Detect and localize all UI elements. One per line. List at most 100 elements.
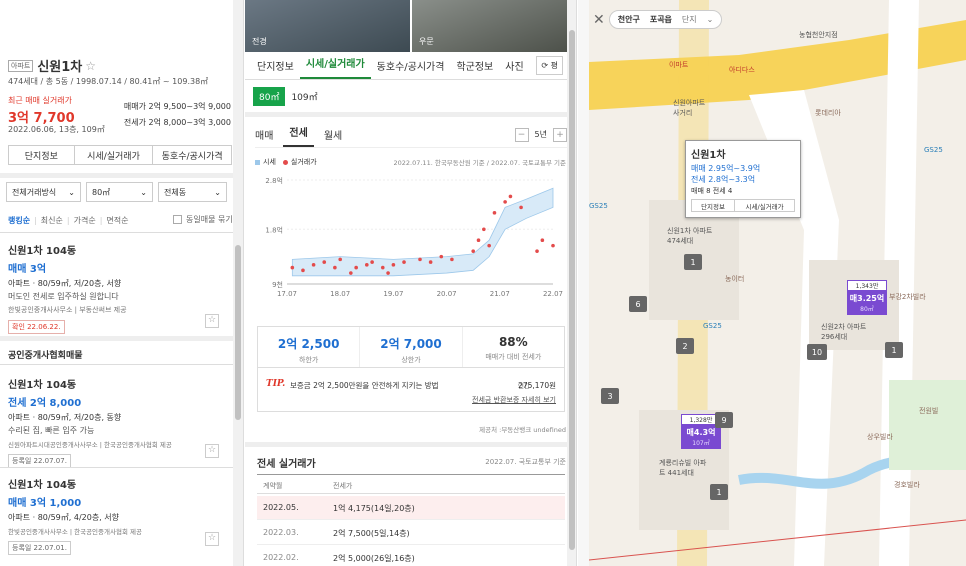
place-label: 아디다스 [729, 66, 755, 74]
real-deal-point [333, 265, 337, 270]
price-button[interactable]: 시세/실거래가 [74, 145, 154, 165]
area-tab-80[interactable]: 80㎡ [253, 87, 286, 106]
listing-count-marker[interactable]: 9 [715, 412, 733, 428]
divider [0, 173, 243, 178]
sort-ranking[interactable]: 랭킹순 [8, 215, 30, 226]
same-listing-toggle[interactable]: 동일매물 묶기 [173, 214, 233, 225]
row-month: 2022.03. [263, 528, 299, 537]
mid-scrollbar[interactable] [567, 0, 576, 566]
area-tab-109[interactable]: 109㎡ [285, 87, 323, 106]
sort-area[interactable]: 면적순 [106, 215, 128, 226]
listing-count-marker[interactable]: 6 [629, 296, 647, 312]
unit-price-button[interactable]: 동호수/공시가격 [153, 145, 232, 165]
complex-popup[interactable]: 신원1차 매매 2.95억~3.9억 전세 2.8억~3.3억 매매 8 전세 … [685, 140, 801, 218]
price-chart[interactable]: 2.8억 1.8억 9천17.07 18.07 19.07 20.07 21.07 22.07 [253, 172, 565, 312]
listing-count-marker[interactable]: 1 [710, 484, 728, 500]
favorite-star-icon[interactable]: ☆ [205, 444, 219, 458]
popup-info-button[interactable]: 단지정보 [691, 199, 736, 212]
real-deal-point [450, 257, 454, 262]
left-scrollbar[interactable] [233, 0, 243, 566]
listing-count-marker[interactable]: 2 [676, 338, 694, 354]
place-label: GS25 [924, 146, 943, 154]
chart-source: 2022.07.11. 한국부동산원 기준 / 2022.07. 국토교통부 기… [393, 159, 566, 167]
list-item[interactable]: 신원1차 104동 매매 3억 아파트 · 80/59㎡, 저/20층, 서향 … [8, 242, 226, 334]
complex-name: 신원1차 [37, 60, 83, 75]
tab-unit-price[interactable]: 동호수/공시가격 [371, 58, 451, 73]
list-item[interactable]: 신원1차 104동 매매 3억 1,000 아파트 · 80/59㎡, 4/20… [8, 476, 226, 555]
close-icon[interactable]: ✕ [593, 12, 605, 28]
popup-name: 신원1차 [691, 150, 726, 161]
region-complex[interactable]: 단지 [682, 14, 697, 25]
unit-toggle-button[interactable]: ⟳ 평 [536, 56, 563, 75]
stat-value: 2억 2,500 [277, 337, 340, 351]
dong-select[interactable]: 전체동 ⌄ [158, 182, 227, 202]
popup-price-button[interactable]: 시세/실거래가 [735, 199, 795, 212]
recent-deal-date: 2022.06.06, 13층, 109㎡ [8, 125, 105, 134]
photo-front[interactable]: 전경 [245, 0, 410, 52]
listing-count-marker[interactable]: 10 [807, 344, 827, 360]
panel-gap [578, 0, 589, 566]
x-tick-label: 22.07 [543, 290, 563, 298]
deal-type-select[interactable]: 전체거래방식 ⌄ [6, 182, 81, 202]
tab-lease[interactable]: 전세 [283, 123, 314, 147]
tab-photos[interactable]: 사진 [499, 58, 529, 73]
scrollbar-thumb[interactable] [569, 30, 575, 550]
sort-latest[interactable]: 최신순 [41, 215, 63, 226]
favorite-star-icon[interactable]: ☆ [85, 59, 96, 73]
legend-real-label: 실거래가 [290, 158, 317, 166]
listing-count-marker[interactable]: 3 [601, 388, 619, 404]
region-city[interactable]: 천안구 [618, 14, 640, 25]
stat-value: 88% [498, 335, 528, 349]
place-label: 농이터 [725, 275, 745, 283]
real-deal-point [349, 271, 353, 275]
zoom-out-button[interactable]: − [514, 127, 529, 142]
stat-low: 2억 2,500 하한가 [258, 327, 359, 367]
map[interactable]: ✕ 천안구 포곡읍 단지 ⌄ 신원1차 매매 2.95억~3.9억 전세 2.8… [589, 0, 966, 566]
y-tick-label: 9천 [272, 280, 283, 289]
real-deal-point [428, 260, 433, 264]
real-deal-point [492, 211, 497, 215]
tab-sale[interactable]: 매매 [255, 127, 279, 142]
region-filter[interactable]: 천안구 포곡읍 단지 ⌄ [608, 10, 723, 29]
favorite-star-icon[interactable]: ☆ [205, 532, 219, 546]
region-town[interactable]: 포곡읍 [650, 14, 672, 25]
listing-count-marker[interactable]: 1 [684, 254, 702, 270]
legend-market-label: 시세 [263, 158, 276, 166]
area-tabs: 80㎡ 109㎡ [253, 87, 324, 106]
complex-info-button[interactable]: 단지정보 [8, 145, 75, 165]
stat-high: 2억 7,000 상한가 [359, 327, 461, 367]
favorite-star-icon[interactable]: ☆ [205, 314, 219, 328]
area-value: 80㎡ [92, 187, 111, 197]
real-deal-point [503, 200, 507, 204]
listing-price: 전세 2억 8,000 [8, 398, 82, 409]
tab-complex-info[interactable]: 단지정보 [251, 58, 300, 73]
area-select[interactable]: 80㎡ ⌄ [86, 182, 153, 202]
tab-monthly[interactable]: 월세 [318, 127, 348, 142]
sort-price[interactable]: 가격순 [74, 215, 96, 226]
listing-detail: 아파트 · 80/59㎡, 저/20층, 동향 [8, 413, 122, 422]
guarantee-link[interactable]: 전세금 반환보증 자세히 보기 [472, 395, 556, 405]
table-row: 2022.03. 2억 7,500(5일,14층) [257, 521, 565, 545]
photo-label: 전경 [252, 37, 267, 46]
map-toolbar: ✕ 천안구 포곡읍 단지 ⌄ [593, 10, 723, 29]
table-row: 2022.05. 1억 4,175(14일,20층) [257, 496, 565, 520]
stats-box: 2억 2,500 하한가 2억 7,000 상한가 88% 매매가 대비 전세가 [257, 326, 565, 368]
tab-school[interactable]: 학군정보 [450, 58, 499, 73]
listing-agent: 한빛공인중개사사무소 | 한국공인중개사협회 제공 [8, 528, 142, 536]
chevron-down-icon: ⌄ [68, 187, 75, 197]
list-item[interactable]: 신원1차 104동 전세 2억 8,000 아파트 · 80/59㎡, 저/20… [8, 376, 226, 468]
detail-tabs: 단지정보 시세/실거래가 동호수/공시가격 학군정보 사진 ⟳ 평 [245, 52, 576, 80]
listing-count-marker[interactable]: 1 [885, 342, 903, 358]
zoom-in-button[interactable]: + [553, 127, 567, 142]
row-price: 2억 5,000(26일,16층) [333, 554, 415, 563]
tab-price[interactable]: 시세/실거래가 [299, 53, 371, 79]
scrollbar-thumb[interactable] [235, 245, 241, 420]
price-marker[interactable]: 1,343만 매3.25억 80㎡ [847, 280, 887, 315]
stat-label: 상한가 [401, 356, 421, 364]
real-deal-point [391, 263, 396, 267]
legend-real-swatch [282, 159, 288, 165]
photo-street[interactable]: 우문 [412, 0, 576, 52]
checkbox[interactable] [173, 215, 182, 224]
sort-bar: 랭킹순 | 최신순 | 가격순 | 면적순 [8, 215, 129, 226]
real-deal-point [482, 227, 486, 232]
